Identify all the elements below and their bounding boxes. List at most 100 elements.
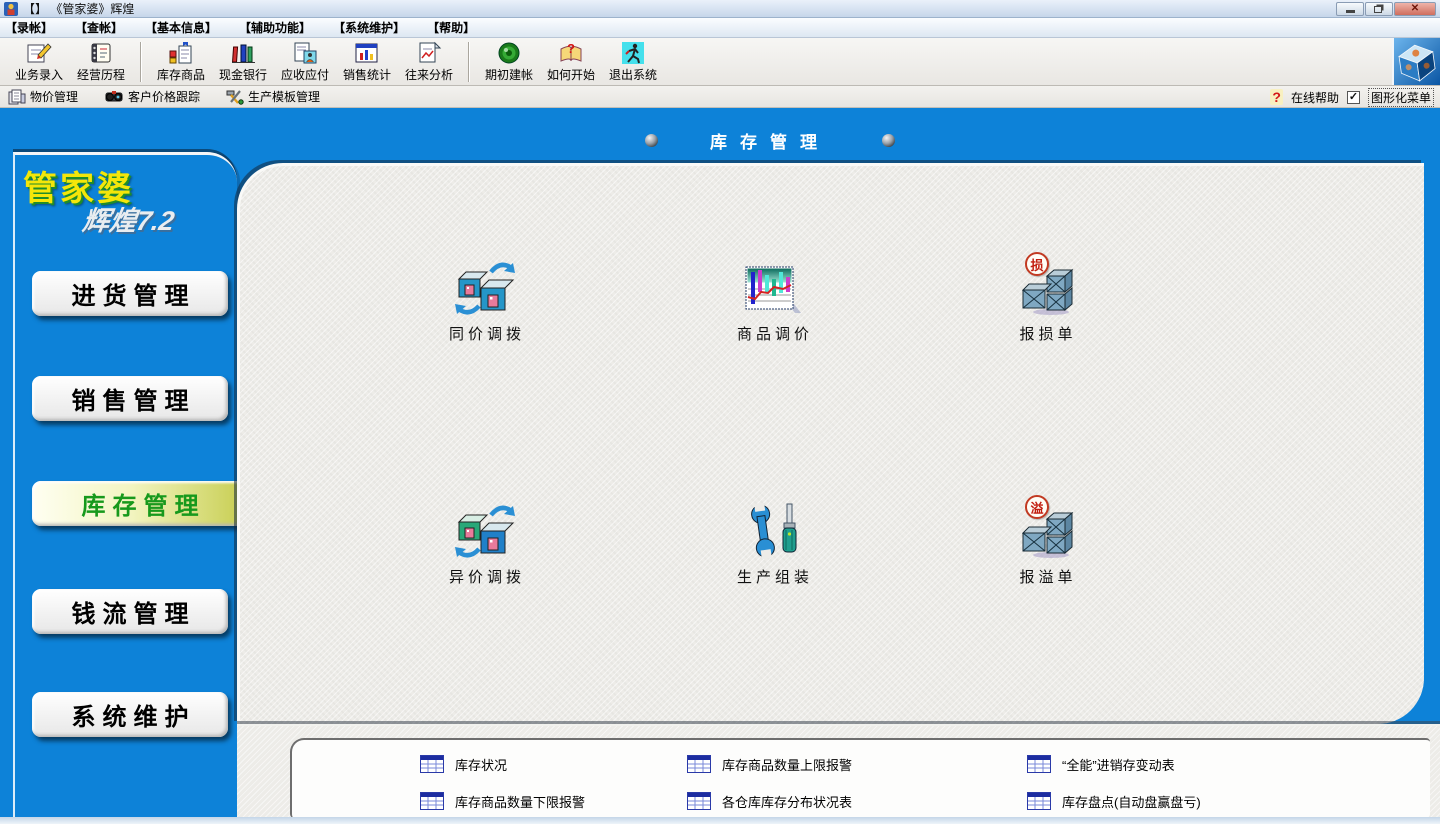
brand-cube-panel — [1392, 38, 1440, 85]
receivable-doc-icon — [292, 41, 318, 65]
table-icon — [687, 755, 711, 773]
toolbar-button-contacts-analysis[interactable]: 往来分析 — [398, 40, 460, 84]
module-goods-price-adjust[interactable]: 商品调价 — [688, 258, 858, 353]
table-icon — [1027, 792, 1051, 810]
report-warehouse-distribution[interactable]: 各仓库库存分布状况表 — [687, 790, 852, 812]
module-label: 同价调拨 — [445, 323, 525, 344]
sales-chart-icon — [354, 41, 380, 65]
ledger-icon — [88, 41, 114, 65]
toolbar-button-inventory-goods[interactable]: 库存商品 — [150, 40, 212, 84]
module-label: 商品调价 — [733, 323, 813, 344]
toolbar-button-receivables-payables[interactable]: 应收应付 — [274, 40, 336, 84]
report-stock-lower-limit-alarm[interactable]: 库存商品数量下限报警 — [420, 790, 585, 812]
cube-logo-icon — [1394, 39, 1439, 84]
goods-box-icon — [168, 41, 194, 65]
toolbar-button-business-entry[interactable]: 业务录入 — [8, 40, 70, 84]
window-bottom-edge — [0, 817, 1440, 824]
analysis-doc-icon — [416, 41, 442, 65]
subtool-label: 生产模板管理 — [248, 88, 320, 105]
reports-panel: 库存状况 库存商品数量上限报警 “全能” — [290, 738, 1430, 818]
menu-query[interactable]: 【查帐】 — [75, 19, 123, 36]
toolbar-label: 业务录入 — [15, 66, 63, 83]
module-same-price-transfer[interactable]: 同价调拨 — [400, 258, 570, 353]
report-label: 库存商品数量上限报警 — [722, 755, 852, 774]
app-icon — [4, 2, 18, 16]
sphere-bullet-icon — [882, 134, 895, 147]
online-help-icon[interactable]: ? — [1270, 89, 1283, 105]
wrench-screwdriver-icon — [747, 503, 799, 559]
toolbar-label: 退出系统 — [609, 66, 657, 83]
toolbar-separator — [140, 42, 142, 82]
menu-system-maintenance[interactable]: 【系统维护】 — [333, 19, 405, 36]
pages-icon — [8, 89, 26, 105]
subtool-customer-price-tracking[interactable]: 客户价格跟踪 — [104, 88, 200, 105]
menu-record[interactable]: 【录帐】 — [5, 19, 53, 36]
sidebar-item-sales-management[interactable]: 销售管理 — [32, 376, 228, 421]
minimize-button[interactable] — [1336, 2, 1364, 16]
toolbar-separator — [468, 42, 470, 82]
exit-runner-icon — [620, 41, 646, 65]
report-inventory-status[interactable]: 库存状况 — [420, 753, 507, 775]
sub-toolbar: 物价管理 客户价格跟踪 生产模板管理 ? 在线帮助 ✓ — [0, 86, 1440, 108]
toolbar-button-sales-statistics[interactable]: 销售统计 — [336, 40, 398, 84]
toolbar-label: 现金银行 — [219, 66, 267, 83]
subtool-production-template[interactable]: 生产模板管理 — [226, 88, 320, 105]
sidebar-item-cash-flow-management[interactable]: 钱流管理 — [32, 589, 228, 634]
report-stocktaking[interactable]: 库存盘点(自动盘赢盘亏) — [1027, 790, 1201, 812]
toolbar-button-initial-account-setup[interactable]: 期初建帐 — [478, 40, 540, 84]
subtool-label: 物价管理 — [30, 88, 78, 105]
price-chart-icon — [745, 266, 801, 316]
table-icon — [420, 755, 444, 773]
report-all-purchase-sale-stock-change[interactable]: “全能”进销存变动表 — [1027, 753, 1175, 775]
toolbar-label: 经营历程 — [77, 66, 125, 83]
overflow-badge: 溢 — [1025, 495, 1049, 519]
warehouse-transfer-icon — [455, 260, 515, 316]
graphical-menu-label[interactable]: 图形化菜单 — [1368, 88, 1434, 107]
module-label: 异价调拨 — [445, 566, 525, 587]
toolbar-label: 应收应付 — [281, 66, 329, 83]
close-button[interactable]: ✕ — [1394, 2, 1436, 16]
toolbar-label: 往来分析 — [405, 66, 453, 83]
sidebar-item-purchase-management[interactable]: 进货管理 — [32, 271, 228, 316]
toolbar-label: 库存商品 — [157, 66, 205, 83]
menu-aux-functions[interactable]: 【辅助功能】 — [239, 19, 311, 36]
damage-badge: 损 — [1025, 252, 1049, 276]
warehouse-transfer-icon — [455, 503, 515, 559]
module-label: 报溢单 — [1015, 566, 1076, 587]
sidebar-item-system-maintenance[interactable]: 系统维护 — [32, 692, 228, 737]
page-header: 库存管理 — [645, 130, 895, 150]
report-stock-upper-limit-alarm[interactable]: 库存商品数量上限报警 — [687, 753, 852, 775]
module-production-assembly[interactable]: 生产组装 — [688, 501, 858, 596]
subtool-price-management[interactable]: 物价管理 — [8, 88, 78, 105]
toolbar-label: 期初建帐 — [485, 66, 533, 83]
toolbar-button-exit-system[interactable]: 退出系统 — [602, 40, 664, 84]
online-help-label[interactable]: 在线帮助 — [1291, 89, 1339, 106]
brand-logo-version: 辉煌7.2 — [80, 199, 177, 238]
cash-bank-icon — [230, 41, 256, 65]
table-icon — [420, 792, 444, 810]
toolbar-button-how-to-start[interactable]: ? 如何开始 — [540, 40, 602, 84]
sphere-bullet-icon — [645, 134, 658, 147]
module-diff-price-transfer[interactable]: 异价调拨 — [400, 501, 570, 596]
toolbar-label: 销售统计 — [343, 66, 391, 83]
toolbar-label: 如何开始 — [547, 66, 595, 83]
graphical-menu-checkbox[interactable]: ✓ — [1347, 91, 1360, 104]
toolbar-button-cash-bank[interactable]: 现金银行 — [212, 40, 274, 84]
report-label: “全能”进销存变动表 — [1062, 755, 1175, 774]
bottom-band: 库存状况 库存商品数量上限报警 “全能” — [237, 724, 1440, 819]
target-icon — [496, 41, 522, 65]
subtool-label: 客户价格跟踪 — [128, 88, 200, 105]
sidebar: 管家婆 辉煌7.2 进货管理 销售管理 库存管理 钱流管理 系统维护 — [13, 152, 237, 817]
titlebar: 【】 《管家婆》辉煌 ✕ — [0, 0, 1440, 18]
module-label: 报损单 — [1015, 323, 1076, 344]
module-damage-report[interactable]: 损 报损单 — [961, 258, 1131, 353]
menu-help[interactable]: 【帮助】 — [427, 19, 475, 36]
menu-basic-info[interactable]: 【基本信息】 — [145, 19, 217, 36]
sidebar-item-inventory-management[interactable]: 库存管理 — [32, 481, 248, 526]
restore-button[interactable] — [1365, 2, 1393, 16]
pen-paper-icon — [26, 41, 52, 65]
table-icon — [687, 792, 711, 810]
table-icon — [1027, 755, 1051, 773]
toolbar-button-business-history[interactable]: 经营历程 — [70, 40, 132, 84]
module-overflow-report[interactable]: 溢 报溢单 — [961, 501, 1131, 596]
